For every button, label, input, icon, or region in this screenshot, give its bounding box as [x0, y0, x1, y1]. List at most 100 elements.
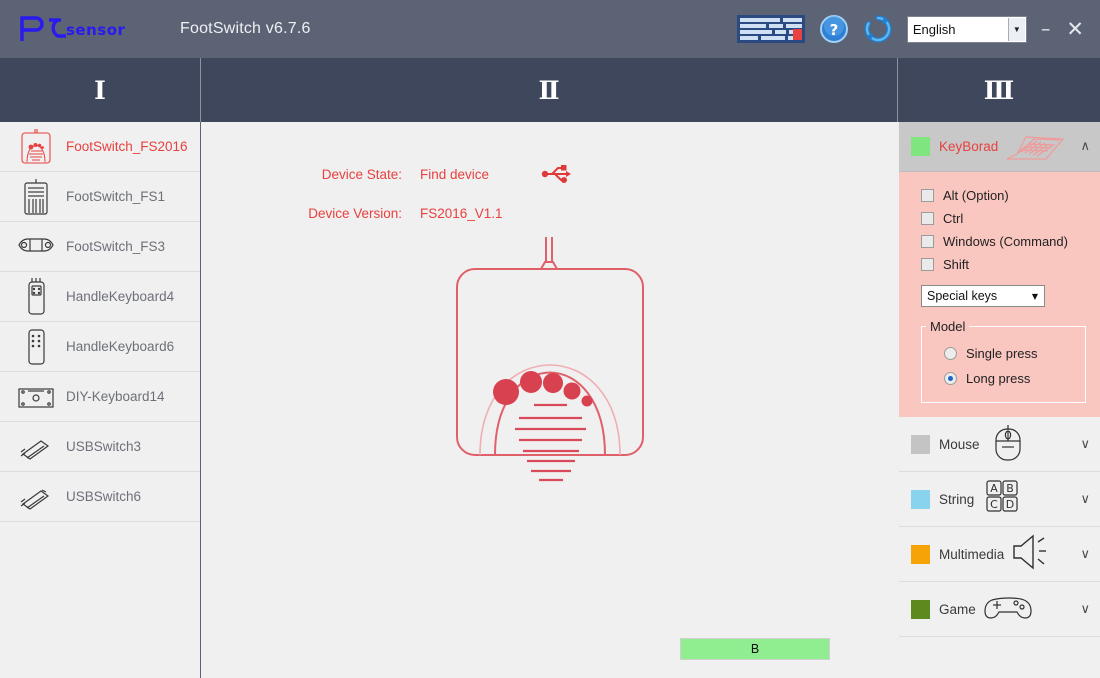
string-keys-icon: AB CD	[980, 477, 1024, 517]
checkbox-row-windows-command-[interactable]: Windows (Command)	[899, 230, 1100, 253]
model-fieldset: Model Single press Long press	[921, 319, 1086, 403]
device-version-label: Device Version:	[202, 206, 402, 221]
category-header-keyboard[interactable]: KeyBorad ∧	[899, 122, 1100, 172]
category-title-game: Game	[939, 602, 976, 617]
mouse-icon	[986, 422, 1030, 467]
device-version-row: Device Version: FS2016_V1.1	[202, 206, 898, 221]
keyboard-color-swatch	[911, 137, 930, 156]
special-keys-select[interactable]: Special keys ▼	[921, 285, 1045, 307]
device-list-sidebar: FootSwitch_FS2016 FootSwitch_FS1 FootSwi…	[0, 122, 201, 678]
chevron-down-icon: ∨	[1080, 602, 1090, 617]
sidebar-item-footswitch-fs3[interactable]: FootSwitch_FS3	[0, 222, 200, 272]
gamepad-icon	[982, 590, 1034, 624]
svg-text:D: D	[1006, 498, 1014, 511]
multimedia-color-swatch	[911, 545, 930, 564]
svg-text:sensor: sensor	[66, 21, 126, 39]
category-header-multimedia[interactable]: Multimedia ∨	[899, 527, 1100, 582]
close-button[interactable]: ✕	[1066, 19, 1084, 40]
checkbox-label: Windows (Command)	[943, 234, 1068, 249]
device-version-value: FS2016_V1.1	[420, 206, 540, 221]
radio-label: Single press	[966, 346, 1038, 361]
usb-switch6-icon	[16, 478, 56, 516]
chevron-down-icon: ▼	[1032, 292, 1038, 301]
help-icon[interactable]: ?	[819, 14, 849, 44]
checkbox-icon[interactable]	[921, 258, 934, 271]
category-title-string: String	[939, 492, 974, 507]
device-detail-panel: Device State: Find device Device Version…	[202, 122, 898, 678]
sidebar-item-handlekeyboard6[interactable]: HandleKeyboard6	[0, 322, 200, 372]
speaker-icon	[1010, 532, 1054, 572]
checkbox-label: Shift	[943, 257, 969, 272]
app-window: sensor FootSwitch v6.7.6	[0, 0, 1100, 678]
category-title-keyboard: KeyBorad	[939, 139, 998, 154]
footswitch-fs1-icon	[16, 178, 56, 216]
radio-row-long-press[interactable]: Long press	[922, 365, 1085, 390]
sidebar-item-usbswitch6[interactable]: USBSwitch6	[0, 472, 200, 522]
usb-switch3-icon	[16, 428, 56, 466]
string-color-swatch	[911, 490, 930, 509]
sidebar-item-label: FootSwitch_FS2016	[66, 139, 188, 154]
checkbox-label: Ctrl	[943, 211, 963, 226]
sidebar-item-handlekeyboard4[interactable]: HandleKeyboard4	[0, 272, 200, 322]
svg-text:B: B	[1007, 482, 1015, 495]
sidebar-item-label: FootSwitch_FS1	[66, 189, 165, 204]
sidebar-item-label: USBSwitch3	[66, 439, 141, 454]
category-header-game[interactable]: Game ∨	[899, 582, 1100, 637]
keyboard-icon[interactable]	[737, 15, 805, 43]
handle-keyboard4-icon	[16, 278, 56, 316]
mouse-color-swatch	[911, 435, 930, 454]
chevron-down-icon: ∨	[1080, 492, 1090, 507]
sidebar-item-label: HandleKeyboard6	[66, 339, 174, 354]
modifier-checkbox-list: Alt (Option) Ctrl Windows (Command) Shif…	[899, 184, 1100, 276]
svg-text:C: C	[990, 498, 998, 511]
radio-row-single-press[interactable]: Single press	[922, 340, 1085, 365]
pedal-illustration-wrap	[202, 235, 898, 485]
radio-icon[interactable]	[944, 347, 957, 360]
checkbox-row-alt-option-[interactable]: Alt (Option)	[899, 184, 1100, 207]
speaker-icon	[1010, 532, 1054, 577]
sidebar-item-usbswitch3[interactable]: USBSwitch3	[0, 422, 200, 472]
string-keys-icon: AB CD	[980, 477, 1024, 522]
chevron-up-icon: ∧	[1080, 139, 1090, 154]
category-title-multimedia: Multimedia	[939, 547, 1004, 562]
checkbox-label: Alt (Option)	[943, 188, 1009, 203]
chevron-down-icon: ∨	[1080, 437, 1090, 452]
sidebar-item-footswitch-fs2016[interactable]: FootSwitch_FS2016	[0, 122, 200, 172]
mouse-icon	[986, 422, 1030, 462]
section-header-two: Ⅱ	[201, 58, 898, 122]
key-value-field[interactable]: B	[680, 638, 830, 660]
collapsed-category-list: Mouse ∨ String AB CD ∨ Multimedia	[899, 417, 1100, 637]
checkbox-icon[interactable]	[921, 189, 934, 202]
section-header-three: Ⅲ	[898, 58, 1100, 122]
sidebar-item-label: DIY-Keyboard14	[66, 389, 165, 404]
game-color-swatch	[911, 600, 930, 619]
model-legend: Model	[926, 319, 969, 334]
usb-icon	[540, 162, 574, 186]
keyboard-icon	[1004, 132, 1066, 162]
special-keys-value: Special keys	[927, 289, 997, 303]
category-header-mouse[interactable]: Mouse ∨	[899, 417, 1100, 472]
checkbox-row-shift[interactable]: Shift	[899, 253, 1100, 276]
checkbox-icon[interactable]	[921, 235, 934, 248]
handle-keyboard6-icon	[16, 328, 56, 366]
section-header-one: Ⅰ	[0, 58, 201, 122]
checkbox-row-ctrl[interactable]: Ctrl	[899, 207, 1100, 230]
radio-label: Long press	[966, 371, 1030, 386]
refresh-icon[interactable]	[863, 14, 893, 44]
sidebar-item-label: FootSwitch_FS3	[66, 239, 165, 254]
sidebar-item-footswitch-fs1[interactable]: FootSwitch_FS1	[0, 172, 200, 222]
gamepad-icon	[982, 590, 1034, 629]
radio-icon[interactable]	[944, 372, 957, 385]
svg-text:?: ?	[830, 21, 839, 39]
minimize-button[interactable]: –	[1041, 20, 1051, 39]
titlebar-controls: ? English ▼ – ✕	[737, 0, 1100, 58]
device-state-row: Device State: Find device	[202, 162, 898, 186]
sidebar-item-label: HandleKeyboard4	[66, 289, 174, 304]
function-category-panel: KeyBorad ∧ Alt (Option) Ctrl Windows (Co…	[899, 122, 1100, 678]
language-select[interactable]: English ▼	[907, 16, 1027, 43]
pcsensor-logo: sensor	[18, 14, 160, 44]
category-header-string[interactable]: String AB CD ∨	[899, 472, 1100, 527]
sidebar-item-diy-keyboard14[interactable]: DIY-Keyboard14	[0, 372, 200, 422]
diy-keyboard14-icon	[16, 378, 56, 416]
checkbox-icon[interactable]	[921, 212, 934, 225]
